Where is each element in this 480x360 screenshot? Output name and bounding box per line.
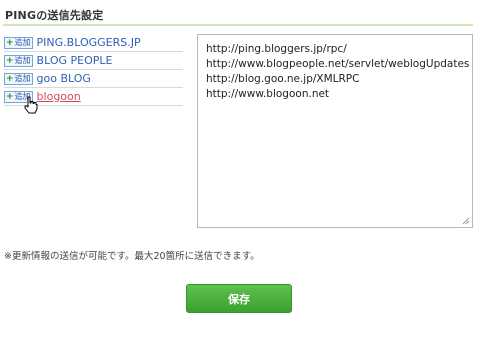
plus-icon: + — [6, 55, 14, 66]
resize-grip-icon[interactable] — [462, 217, 470, 225]
add-label: 追加 — [14, 55, 31, 65]
list-item-blogpeople: + 追加 BLOG PEOPLE — [4, 52, 183, 70]
send-limit-note: ※更新情報の送信が可能です。最大20箇所に送信できます。 — [4, 251, 260, 262]
plus-icon: + — [6, 37, 14, 48]
add-button[interactable]: + 追加 — [4, 54, 33, 67]
section-header: PINGの送信先設定 — [3, 4, 473, 26]
add-button[interactable]: + 追加 — [4, 36, 33, 49]
add-label: 追加 — [14, 37, 31, 47]
list-item-gooblog: + 追加 goo BLOG — [4, 70, 183, 88]
ping-site-link[interactable]: blogoon — [37, 90, 81, 103]
ping-site-link[interactable]: goo BLOG — [37, 72, 91, 85]
ping-site-link[interactable]: PING.BLOGGERS.JP — [37, 36, 141, 49]
plus-icon: + — [6, 91, 14, 102]
ping-settings-page: PINGの送信先設定 + 追加 PING.BLOGGERS.JP + 追加 BLOG… — [0, 0, 480, 360]
plus-icon: + — [6, 73, 14, 84]
ping-url-textarea[interactable]: http://ping.bloggers.jp/rpc/ http://www.… — [197, 34, 473, 228]
ping-site-link[interactable]: BLOG PEOPLE — [37, 54, 113, 67]
add-label: 追加 — [14, 73, 31, 83]
save-button[interactable]: 保存 — [186, 284, 292, 313]
save-button-label: 保存 — [228, 292, 250, 306]
list-item-pingbloggers: + 追加 PING.BLOGGERS.JP — [4, 34, 183, 52]
section-title: PINGの送信先設定 — [5, 9, 104, 22]
hand-cursor-icon — [24, 96, 38, 114]
add-button[interactable]: + 追加 — [4, 72, 33, 85]
